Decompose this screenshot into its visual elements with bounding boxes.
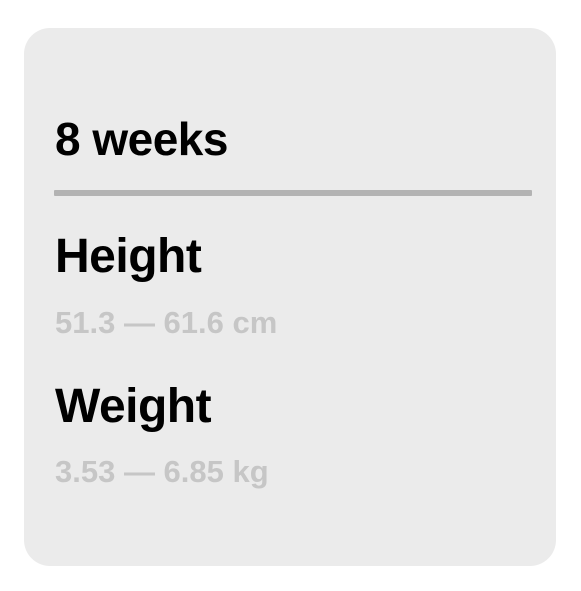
weight-range: 3.53 — 6.85 kg: [55, 454, 269, 489]
height-label: Height: [55, 230, 202, 283]
age-title: 8 weeks: [55, 113, 228, 165]
weight-label: Weight: [55, 380, 212, 433]
divider: [54, 190, 532, 196]
height-range: 51.3 — 61.6 cm: [55, 305, 278, 340]
growth-info-card: 8 weeks Height 51.3 — 61.6 cm Weight 3.5…: [24, 28, 556, 566]
